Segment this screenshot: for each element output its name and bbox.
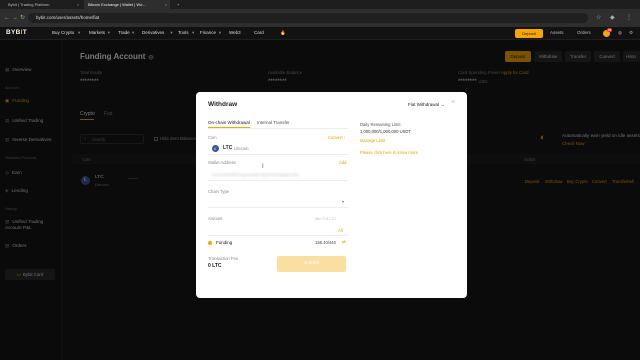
chevron-down-icon: ▾ bbox=[107, 30, 111, 35]
nav-tools[interactable]: Tools bbox=[178, 30, 189, 35]
forward-arrow-icon[interactable]: → bbox=[12, 14, 18, 22]
tab-divider bbox=[208, 128, 348, 129]
assets-menu[interactable]: Assets bbox=[550, 30, 564, 35]
funding-balance: 158.40/440 bbox=[315, 240, 336, 245]
nav-trade[interactable]: Trade bbox=[118, 30, 130, 35]
amount-input[interactable]: Min 0.0 LTC bbox=[208, 212, 348, 224]
nav-buy-crypto[interactable]: Buy Crypto bbox=[52, 30, 74, 35]
all-amount-link[interactable]: All bbox=[338, 228, 343, 233]
browser-tab-title: Bybit | Trading Platform bbox=[8, 2, 50, 7]
fiat-withdraw-text: Fiat Withdrawal bbox=[408, 102, 440, 107]
assets-label: Assets bbox=[550, 30, 564, 35]
nav-finance[interactable]: Finance bbox=[200, 30, 216, 35]
ltc-coin-icon: Ł bbox=[212, 145, 219, 152]
submit-button[interactable]: Submit bbox=[277, 256, 346, 272]
close-icon[interactable]: × bbox=[165, 0, 167, 9]
logo-text: BYB bbox=[6, 29, 21, 36]
daily-limit-label: Daily Remaining Limit bbox=[360, 122, 401, 127]
fire-icon[interactable]: 🔥 bbox=[280, 30, 286, 36]
coin-symbol: LTC bbox=[223, 145, 233, 151]
globe-icon[interactable]: ◍ bbox=[618, 30, 622, 36]
amount-divider bbox=[208, 235, 348, 236]
arrow-right-icon: → bbox=[440, 102, 445, 107]
address-bar: ← → ↻ bybit.com/user/assets/home/fiat ☆ … bbox=[0, 9, 640, 27]
chevron-down-icon: ▾ bbox=[218, 30, 222, 35]
browser-tab-bar: Bybit | Trading Platform × Bitcoin Exchan… bbox=[0, 0, 640, 9]
withdraw-modal: Withdraw Fiat Withdrawal → × On-chain Wi… bbox=[196, 92, 467, 298]
extension-icon[interactable]: ◆ bbox=[610, 14, 615, 22]
notification-badge: 99 bbox=[607, 28, 613, 32]
coin-name: Litecoin bbox=[234, 146, 249, 151]
nav-markets[interactable]: Markets bbox=[89, 30, 105, 35]
daily-limit-value: 1,000,000/1,000,000 USDT bbox=[360, 129, 411, 134]
bybit-logo[interactable]: BYBIT bbox=[6, 29, 27, 36]
coin-select[interactable]: Ł LTC Litecoin bbox=[208, 143, 348, 155]
fiat-withdraw-link[interactable]: Fiat Withdrawal → bbox=[408, 102, 445, 107]
app-header: BYBIT Buy Crypto ▾ Markets ▾ Trade ▾ Derivativ… bbox=[0, 27, 640, 40]
chain-type-select[interactable]: ▾ bbox=[208, 196, 348, 208]
chevron-down-icon: ▾ bbox=[132, 30, 135, 35]
chevron-down-icon: ▾ bbox=[192, 30, 195, 35]
fee-label: Transaction Fee bbox=[208, 256, 239, 261]
chevron-right-icon: › bbox=[343, 135, 346, 140]
close-icon[interactable]: × bbox=[451, 99, 455, 106]
nav-derivatives[interactable]: Derivatives bbox=[142, 30, 164, 35]
convert-link[interactable]: Convert › bbox=[328, 135, 345, 140]
browser-tab-exchange[interactable]: Bitcoin Exchange | Wallet | Wo... × bbox=[84, 0, 170, 9]
chevron-down-icon: ▾ bbox=[342, 199, 345, 204]
chevron-down-icon: ▾ bbox=[78, 30, 81, 35]
funding-account-label: Funding bbox=[216, 240, 233, 245]
transfer-swap-icon[interactable]: ⇄ bbox=[342, 239, 346, 245]
menu-dots-icon[interactable]: ⋮ bbox=[626, 14, 632, 22]
convert-link-text: Convert bbox=[328, 135, 343, 140]
wallet-address-label: Wallet Address bbox=[208, 160, 236, 165]
deposit-button[interactable]: Deposit bbox=[515, 29, 543, 38]
reload-icon[interactable]: ↻ bbox=[20, 14, 25, 22]
close-icon[interactable]: × bbox=[77, 0, 79, 9]
fee-value: 0 LTC bbox=[208, 263, 222, 269]
nav-card[interactable]: Card bbox=[254, 30, 264, 35]
tab-internal-transfer[interactable]: Internal Transfer bbox=[257, 120, 290, 125]
browser-tab-title: Bitcoin Exchange | Wallet | Wo... bbox=[88, 2, 146, 7]
wallet-address-value: ltc1qxa5f82fp9c4rgmw3a6n7jyu5hs0e8qtyknv… bbox=[212, 172, 299, 177]
coin-label: Coin bbox=[208, 135, 217, 140]
wallet-address-input[interactable]: ltc1qxa5f82fp9c4rgmw3a6n7jyu5hs0e8qtyknv… bbox=[208, 169, 348, 181]
logo-text-end: T bbox=[22, 29, 28, 36]
url-input[interactable]: bybit.com/user/assets/home/fiat bbox=[28, 13, 588, 23]
settings-icon[interactable]: ⚙ bbox=[629, 30, 633, 36]
chevron-down-icon: ▾ bbox=[170, 30, 173, 35]
modal-title: Withdraw bbox=[208, 101, 238, 108]
amount-placeholder: Min 0.0 LTC bbox=[315, 216, 337, 221]
funding-radio[interactable] bbox=[208, 241, 212, 245]
orders-menu[interactable]: Orders bbox=[577, 30, 591, 35]
help-link[interactable]: Please click here to know more bbox=[360, 150, 418, 155]
nav-web3[interactable]: Web3 bbox=[229, 30, 241, 35]
add-address-link[interactable]: Add bbox=[339, 160, 346, 165]
browser-tab-bybit[interactable]: Bybit | Trading Platform × bbox=[4, 0, 82, 9]
orders-label: Orders bbox=[577, 30, 591, 35]
tab-onchain-withdrawal[interactable]: On-chain Withdrawal bbox=[208, 120, 250, 125]
chain-type-label: Chain Type bbox=[208, 189, 230, 194]
back-arrow-icon[interactable]: ← bbox=[4, 14, 10, 22]
url-text: bybit.com/user/assets/home/fiat bbox=[36, 15, 100, 20]
new-tab-button[interactable]: + bbox=[173, 0, 183, 9]
star-icon[interactable]: ☆ bbox=[596, 14, 601, 22]
manage-limit-link[interactable]: Manage Limit bbox=[360, 138, 385, 143]
